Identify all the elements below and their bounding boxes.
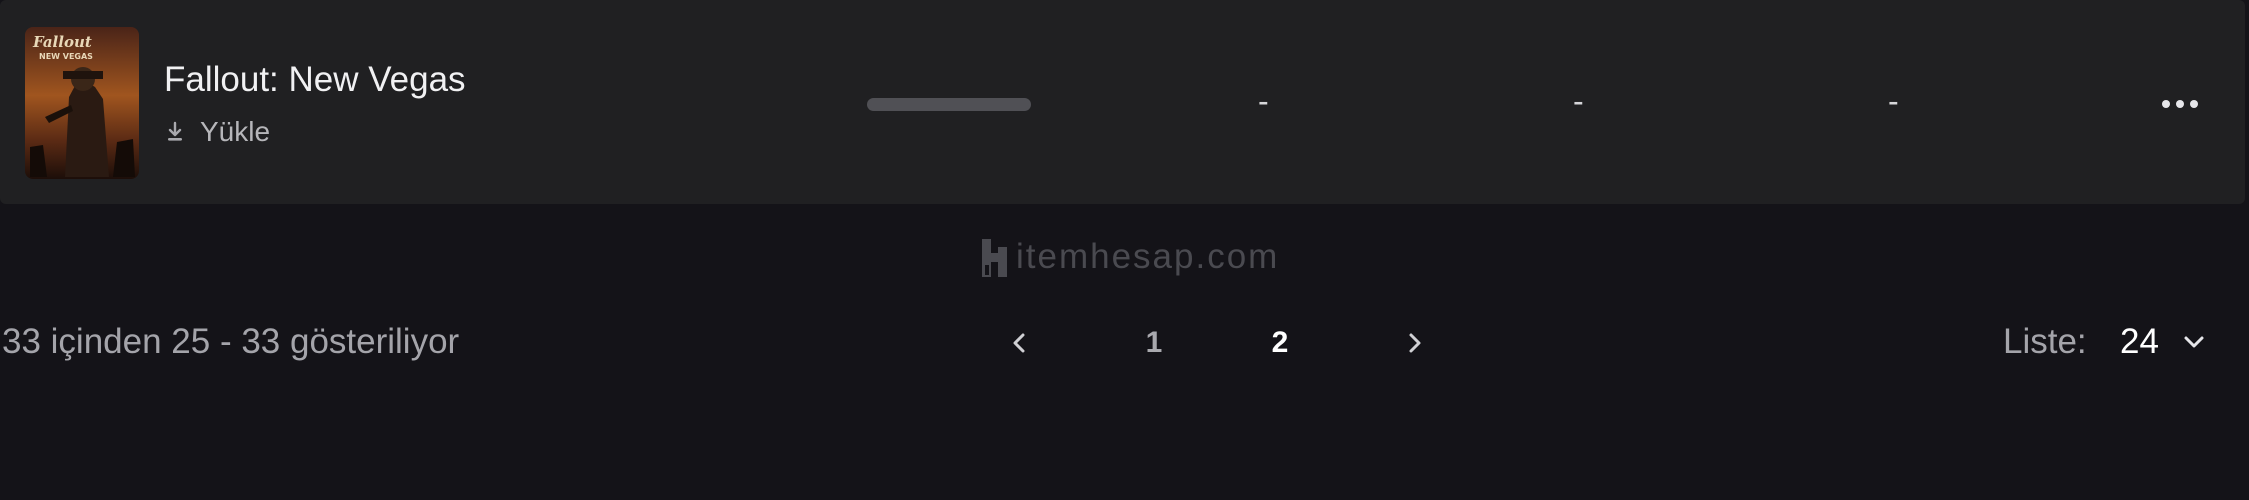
install-progress-bar xyxy=(867,98,1031,111)
watermark: itemhesap.com xyxy=(980,234,1279,280)
pagination-summary: 33 içinden 25 - 33 gösteriliyor xyxy=(2,322,460,361)
watermark-text: itemhesap.com xyxy=(1016,237,1280,276)
page-button-2[interactable]: 2 xyxy=(1252,318,1308,368)
column-value-2: - xyxy=(1573,83,1584,119)
next-page-button[interactable] xyxy=(1386,318,1442,368)
list-size-dropdown[interactable]: 24 xyxy=(2120,316,2225,368)
chevron-right-icon xyxy=(1409,333,1421,353)
list-size-value: 24 xyxy=(2120,322,2159,361)
game-cover-image[interactable]: Fallout NEW VEGAS xyxy=(25,27,139,179)
download-icon xyxy=(164,121,186,143)
chevron-down-icon xyxy=(2184,336,2204,348)
game-library-row[interactable]: Fallout NEW VEGAS Fallout: New Vegas Yük… xyxy=(0,0,2245,204)
game-title[interactable]: Fallout: New Vegas xyxy=(164,60,466,100)
install-label: Yükle xyxy=(200,116,271,147)
previous-page-button[interactable] xyxy=(992,318,1048,368)
column-value-3: - xyxy=(1888,83,1899,119)
page-button-1[interactable]: 1 xyxy=(1126,318,1182,368)
svg-text:Fallout: Fallout xyxy=(32,33,92,51)
list-size-label: Liste: xyxy=(2003,322,2087,361)
watermark-logo-icon xyxy=(980,235,1010,279)
chevron-left-icon xyxy=(1013,333,1025,353)
install-button[interactable]: Yükle xyxy=(164,112,270,152)
svg-text:NEW VEGAS: NEW VEGAS xyxy=(39,52,93,61)
more-options-icon xyxy=(2162,100,2198,108)
column-value-1: - xyxy=(1258,83,1269,119)
more-options-button[interactable] xyxy=(2150,84,2210,124)
